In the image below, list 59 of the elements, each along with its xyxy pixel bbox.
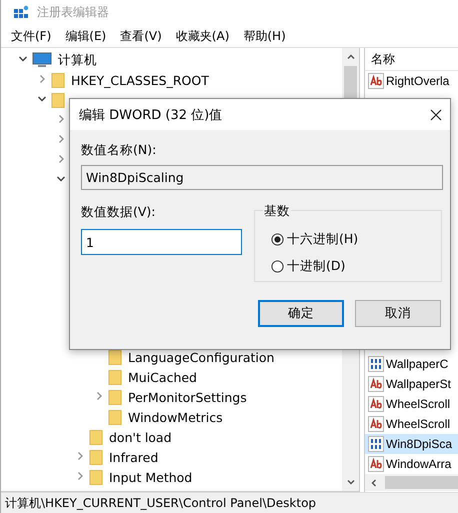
radio-button[interactable] <box>271 260 284 273</box>
tree-item[interactable]: Input Method <box>109 470 192 484</box>
tree-item[interactable]: WindowMetrics <box>128 410 223 424</box>
folder-icon <box>51 92 65 108</box>
computer-icon <box>32 52 52 68</box>
value-data-field[interactable]: 1 <box>81 229 242 255</box>
value-row[interactable]: RightOverla <box>365 71 458 91</box>
menu-item[interactable]: 文件(F) <box>11 28 52 44</box>
tree-item[interactable]: PerMonitorSettings <box>128 390 247 404</box>
tree-item[interactable]: HKEY_CLASSES_ROOT <box>71 72 209 88</box>
tree-item[interactable]: MuiCached <box>128 370 197 384</box>
scroll-thumb[interactable] <box>385 476 458 489</box>
horizontal-scrollbar[interactable] <box>365 474 458 491</box>
menu-item[interactable]: 查看(V) <box>120 28 162 44</box>
folder-icon <box>89 468 103 486</box>
binary-value-icon <box>368 436 384 452</box>
menu-item[interactable]: 编辑(E) <box>65 28 106 44</box>
value-row[interactable]: WindowArra <box>365 454 458 474</box>
cancel-button[interactable]: 取消 <box>355 300 441 327</box>
menu-item[interactable]: 收藏夹(A) <box>176 28 230 44</box>
column-header[interactable]: 名称 <box>365 48 458 71</box>
selected-value-row[interactable]: Win8DpiSca <box>365 434 458 454</box>
folder-icon <box>89 448 103 466</box>
string-value-icon <box>368 376 384 392</box>
folder-icon <box>108 388 122 406</box>
field-label: 数值名称(N): <box>81 142 158 159</box>
radio-label[interactable]: 十六进制(H) <box>287 231 358 248</box>
radio-button[interactable] <box>271 233 284 246</box>
radio-label[interactable]: 十进制(D) <box>287 258 346 275</box>
tree-item[interactable]: don't load <box>109 430 172 444</box>
binary-value-icon <box>368 356 384 372</box>
tree-item[interactable]: 计算机 <box>58 52 97 68</box>
value-row[interactable]: WallpaperSt <box>365 374 458 394</box>
tree-item[interactable]: Infrared <box>109 450 158 464</box>
tree-item[interactable]: LanguageConfiguration <box>128 350 274 364</box>
window-title: 注册表编辑器 <box>37 4 109 21</box>
close-icon[interactable] <box>430 108 442 120</box>
scroll-down-icon[interactable] <box>346 477 356 487</box>
folder-icon <box>108 408 122 426</box>
value-row[interactable]: WheelScroll <box>365 394 458 414</box>
ok-button[interactable]: 确定 <box>258 300 344 327</box>
value-name-field[interactable]: Win8DpiScaling <box>81 165 443 190</box>
scroll-left-icon[interactable] <box>369 478 379 488</box>
status-path: 计算机\HKEY_CURRENT_USER\Control Panel\Desktop <box>5 494 316 512</box>
menu-item[interactable]: 帮助(H) <box>243 28 286 44</box>
string-value-icon <box>368 416 384 432</box>
folder-icon <box>108 368 122 386</box>
string-value-icon <box>368 73 384 89</box>
folder-icon <box>108 348 122 366</box>
field-label: 数值数据(V): <box>81 204 157 221</box>
value-row[interactable]: WallpaperC <box>365 354 458 374</box>
value-row[interactable]: WheelScroll <box>365 414 458 434</box>
folder-icon <box>89 428 103 446</box>
dialog-title: 编辑 DWORD (32 位)值 <box>79 106 222 124</box>
string-value-icon <box>368 456 384 472</box>
string-value-icon <box>368 396 384 412</box>
registry-icon <box>13 4 29 20</box>
group-title: 基数 <box>263 203 291 220</box>
folder-icon <box>51 72 65 88</box>
